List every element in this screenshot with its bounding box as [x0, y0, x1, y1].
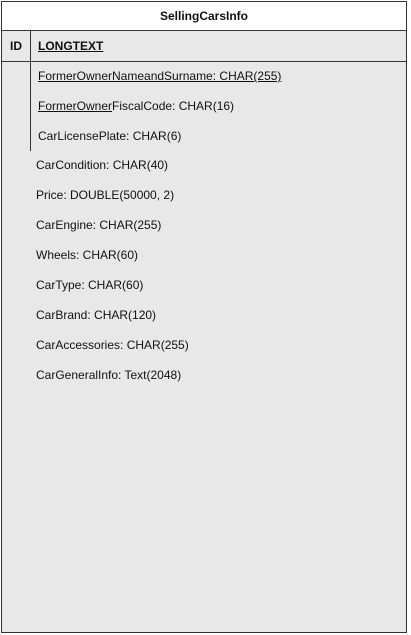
attribute-underlined-part: FormerOwner: [38, 99, 113, 113]
attribute-car-type[interactable]: CarType: CHAR(60): [36, 278, 143, 292]
attribute-underlined-part: FormerOwnerNameandSurname: CHAR(255): [38, 69, 282, 83]
foreign-key-divider: [30, 62, 31, 151]
attribute-car-brand[interactable]: CarBrand: CHAR(120): [36, 308, 156, 322]
entity-selling-cars-info[interactable]: SellingCarsInfo ID LONGTEXT FormerOwnerN…: [1, 1, 407, 633]
attribute-car-engine[interactable]: CarEngine: CHAR(255): [36, 218, 161, 232]
attribute-rest-part: CarLicensePlate: CHAR(6): [38, 129, 182, 143]
primary-key-name: LONGTEXT: [38, 39, 104, 53]
primary-key-label: ID: [2, 31, 31, 61]
attribute-car-general-info[interactable]: CarGeneralInfo: Text(2048): [36, 368, 181, 382]
attribute-car-license-plate[interactable]: CarLicensePlate: CHAR(6): [38, 129, 181, 143]
attribute-former-owner-name[interactable]: FormerOwnerNameandSurname: CHAR(255): [38, 69, 281, 83]
attribute-wheels[interactable]: Wheels: CHAR(60): [36, 248, 138, 262]
attribute-car-condition[interactable]: CarCondition: CHAR(40): [36, 158, 168, 172]
primary-key-row[interactable]: ID LONGTEXT: [2, 31, 406, 62]
attribute-price[interactable]: Price: DOUBLE(50000, 2): [36, 188, 174, 202]
attribute-rest-part: FiscalCode: CHAR(16): [112, 99, 235, 113]
attribute-former-owner-fiscal-code[interactable]: FormerOwnerFiscalCode: CHAR(16): [38, 99, 234, 113]
entity-title: SellingCarsInfo: [2, 2, 406, 31]
attribute-car-accessories[interactable]: CarAccessories: CHAR(255): [36, 338, 189, 352]
